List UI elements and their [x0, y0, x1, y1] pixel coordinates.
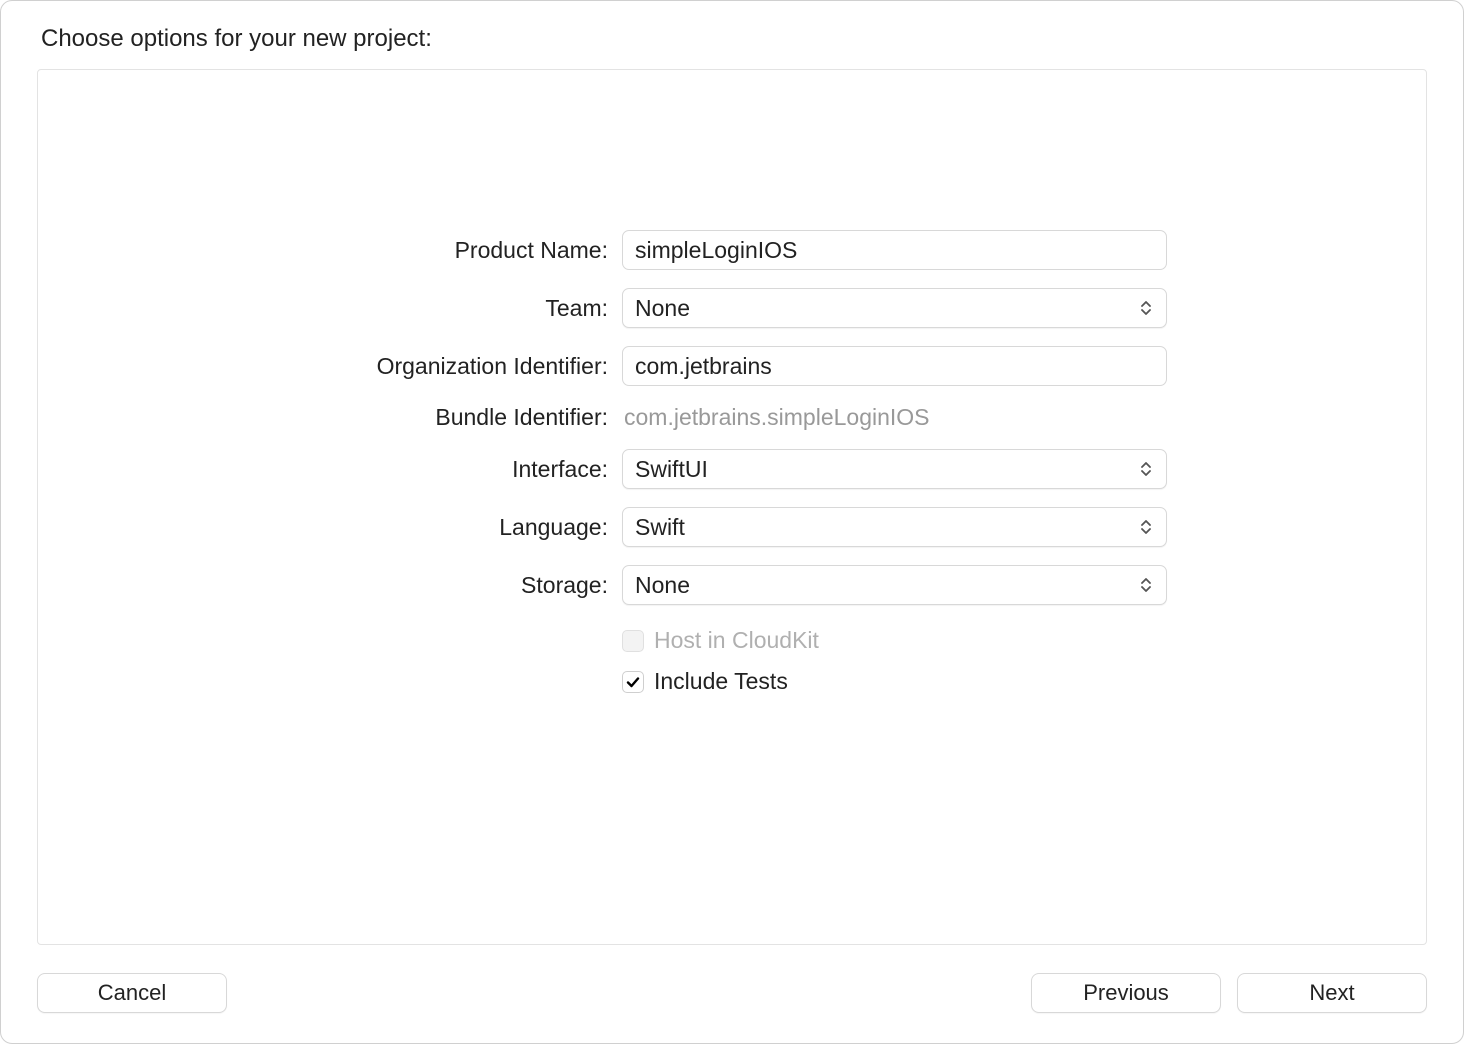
cancel-button[interactable]: Cancel: [37, 973, 227, 1013]
interface-popup[interactable]: SwiftUI: [622, 449, 1167, 489]
bundle-identifier-value: com.jetbrains.simpleLoginIOS: [622, 404, 930, 431]
updown-icon: [1138, 301, 1154, 315]
checkbox-rows: Host in CloudKit Include Tests: [38, 623, 1426, 695]
storage-label: Storage:: [38, 572, 608, 599]
org-identifier-row: Organization Identifier:: [38, 346, 1426, 386]
storage-value: None: [635, 572, 1138, 599]
team-label: Team:: [38, 295, 608, 322]
team-popup[interactable]: None: [622, 288, 1167, 328]
org-identifier-input[interactable]: [622, 346, 1167, 386]
host-cloudkit-row: Host in CloudKit: [622, 627, 819, 654]
interface-label: Interface:: [38, 456, 608, 483]
updown-icon: [1138, 578, 1154, 592]
updown-icon: [1138, 520, 1154, 534]
interface-value: SwiftUI: [635, 456, 1138, 483]
options-panel: Product Name: Team: None: [37, 69, 1427, 945]
storage-row: Storage: None: [38, 565, 1426, 605]
storage-popup[interactable]: None: [622, 565, 1167, 605]
bundle-identifier-row: Bundle Identifier: com.jetbrains.simpleL…: [38, 404, 1426, 431]
new-project-options-dialog: Choose options for your new project: Pro…: [1, 1, 1463, 1043]
language-popup[interactable]: Swift: [622, 507, 1167, 547]
options-form: Product Name: Team: None: [38, 230, 1426, 695]
language-label: Language:: [38, 514, 608, 541]
host-cloudkit-checkbox: [622, 630, 644, 652]
dialog-title: Choose options for your new project:: [37, 25, 1427, 53]
language-row: Language: Swift: [38, 507, 1426, 547]
include-tests-row: Include Tests: [622, 668, 819, 695]
previous-button[interactable]: Previous: [1031, 973, 1221, 1013]
team-value: None: [635, 295, 1138, 322]
product-name-label: Product Name:: [38, 237, 608, 264]
updown-icon: [1138, 462, 1154, 476]
dialog-footer: Cancel Previous Next: [37, 945, 1427, 1019]
checkmark-icon: [625, 674, 641, 690]
include-tests-checkbox[interactable]: [622, 671, 644, 693]
include-tests-label: Include Tests: [654, 668, 788, 695]
interface-row: Interface: SwiftUI: [38, 449, 1426, 489]
bundle-identifier-label: Bundle Identifier:: [38, 404, 608, 431]
product-name-row: Product Name:: [38, 230, 1426, 270]
next-button[interactable]: Next: [1237, 973, 1427, 1013]
host-cloudkit-label: Host in CloudKit: [654, 627, 819, 654]
product-name-input[interactable]: [622, 230, 1167, 270]
org-identifier-label: Organization Identifier:: [38, 353, 608, 380]
team-row: Team: None: [38, 288, 1426, 328]
language-value: Swift: [635, 514, 1138, 541]
